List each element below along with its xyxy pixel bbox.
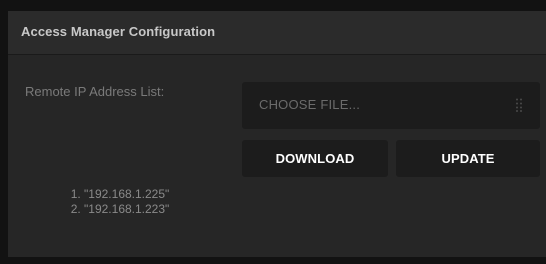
choose-file-input[interactable]: CHOOSE FILE... [242, 82, 540, 129]
ip-address-list: 1. "192.168.1.225" 2. "192.168.1.223" [8, 187, 232, 217]
download-button[interactable]: DOWNLOAD [242, 140, 388, 177]
access-manager-panel: Access Manager Configuration Remote IP A… [8, 11, 546, 257]
remote-ip-label: Remote IP Address List: [25, 84, 165, 99]
grip-dots-icon [516, 98, 522, 112]
list-item: 1. "192.168.1.225" [70, 187, 170, 201]
panel-title: Access Manager Configuration [21, 24, 216, 39]
update-button[interactable]: UPDATE [396, 140, 540, 177]
panel-header: Access Manager Configuration [8, 11, 546, 55]
list-item: 2. "192.168.1.223" [70, 202, 170, 216]
choose-file-placeholder: CHOOSE FILE... [259, 97, 361, 112]
